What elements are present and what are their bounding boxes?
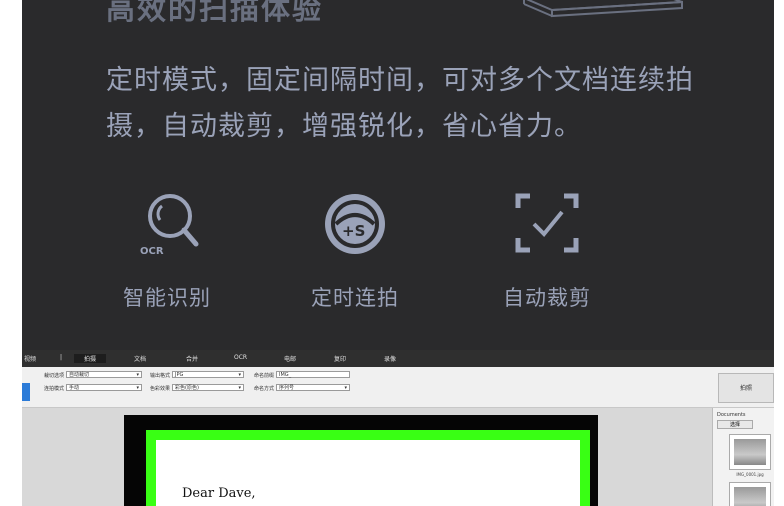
- menu-item-record[interactable]: 录像: [384, 354, 396, 363]
- options-toolbar: 裁切选项 自动裁切 ▾ 输出格式 JPG ▾ 命名前缀 IMG_ 连拍模式 手动 ▾ …: [22, 367, 774, 408]
- documents-title: Documents: [717, 412, 746, 418]
- output-format-select[interactable]: JPG ▾: [172, 371, 244, 378]
- color-effect-label: 色彩效果: [150, 386, 171, 392]
- right-margin: [774, 0, 784, 506]
- feature-timer: +S 定时连拍: [280, 190, 430, 320]
- left-margin: [0, 0, 22, 506]
- banner-description: 定时模式，固定间隔时间，可对多个文档连续拍摄，自动裁剪，增强锐化，省心省力。: [106, 65, 694, 142]
- scanner-app-window: 视频 | 拍摄 文档 合并 OCR 电邮 复印 录像 裁切选项 自动裁切 ▾ 输出…: [22, 350, 774, 506]
- feature-list: OCR 智能识别 +S 定时连拍 自动裁剪: [92, 190, 652, 320]
- documents-panel: Documents 选择 IMG_0001.jpg: [712, 408, 774, 506]
- crop-option-select[interactable]: 自动裁切 ▾: [66, 371, 142, 378]
- menu-separator: |: [60, 354, 63, 361]
- color-effect-select[interactable]: 彩色(原色) ▾: [172, 384, 244, 391]
- chevron-down-icon: ▾: [136, 372, 139, 378]
- feature-label-ocr: 智能识别: [123, 286, 211, 310]
- banner-headline: 高效的扫描体验: [106, 0, 324, 26]
- menu-bar: 视频 | 拍摄 文档 合并 OCR 电邮 复印 录像: [22, 350, 774, 367]
- scanner-icon: [523, 0, 683, 18]
- crop-option-label: 裁切选项: [44, 373, 65, 379]
- menu-item-document[interactable]: 文档: [134, 354, 146, 363]
- timer-shot-icon: +S: [325, 194, 385, 254]
- document-thumbnail[interactable]: [729, 482, 771, 506]
- name-prefix-input[interactable]: IMG_: [276, 371, 350, 378]
- naming-method-label: 命名方式: [254, 386, 275, 392]
- output-format-label: 输出格式: [150, 373, 171, 379]
- chevron-down-icon: ▾: [136, 385, 139, 391]
- menu-item-ocr[interactable]: OCR: [234, 354, 247, 361]
- promo-banner: 高效的扫描体验 定时模式，固定间隔时间，可对多个文档连续拍摄，自动裁剪，增强锐化…: [22, 0, 774, 350]
- chevron-down-icon: ▾: [344, 385, 347, 391]
- chevron-down-icon: ▾: [238, 372, 241, 378]
- preview-area: Dear Dave,: [22, 408, 712, 506]
- feature-label-crop: 自动裁剪: [503, 286, 591, 310]
- menu-item-video[interactable]: 视频: [24, 354, 36, 363]
- menu-item-email[interactable]: 电邮: [284, 354, 296, 363]
- crop-check-icon: [515, 193, 579, 253]
- timer-icon-text: +S: [342, 222, 365, 240]
- burst-mode-select[interactable]: 手动 ▾: [66, 384, 142, 391]
- document-thumbnail[interactable]: [729, 434, 771, 470]
- select-button[interactable]: 选择: [717, 420, 753, 429]
- document-text: Dear Dave,: [182, 486, 256, 501]
- menu-item-copy[interactable]: 复印: [334, 354, 346, 363]
- thumbnail-image: [734, 439, 766, 465]
- chevron-down-icon: ▾: [238, 385, 241, 391]
- ocr-icon-text: OCR: [140, 246, 164, 257]
- naming-method-select[interactable]: 序列号 ▾: [276, 384, 350, 391]
- shoot-button[interactable]: 拍照: [718, 373, 774, 403]
- name-prefix-label: 命名前缀: [254, 373, 275, 379]
- feature-crop: 自动裁剪: [472, 190, 622, 320]
- burst-mode-label: 连拍模式: [44, 386, 65, 392]
- thumbnail-caption: IMG_0001.jpg: [736, 472, 764, 477]
- thumbnail-image: [734, 487, 766, 506]
- feature-label-timer: 定时连拍: [311, 286, 399, 310]
- menu-item-shoot[interactable]: 拍摄: [74, 354, 107, 363]
- ocr-magnifier-icon: OCR: [140, 194, 199, 257]
- menu-item-merge[interactable]: 合并: [186, 354, 198, 363]
- panel-toggle-tab[interactable]: [22, 383, 30, 401]
- feature-ocr: OCR 智能识别: [92, 190, 242, 320]
